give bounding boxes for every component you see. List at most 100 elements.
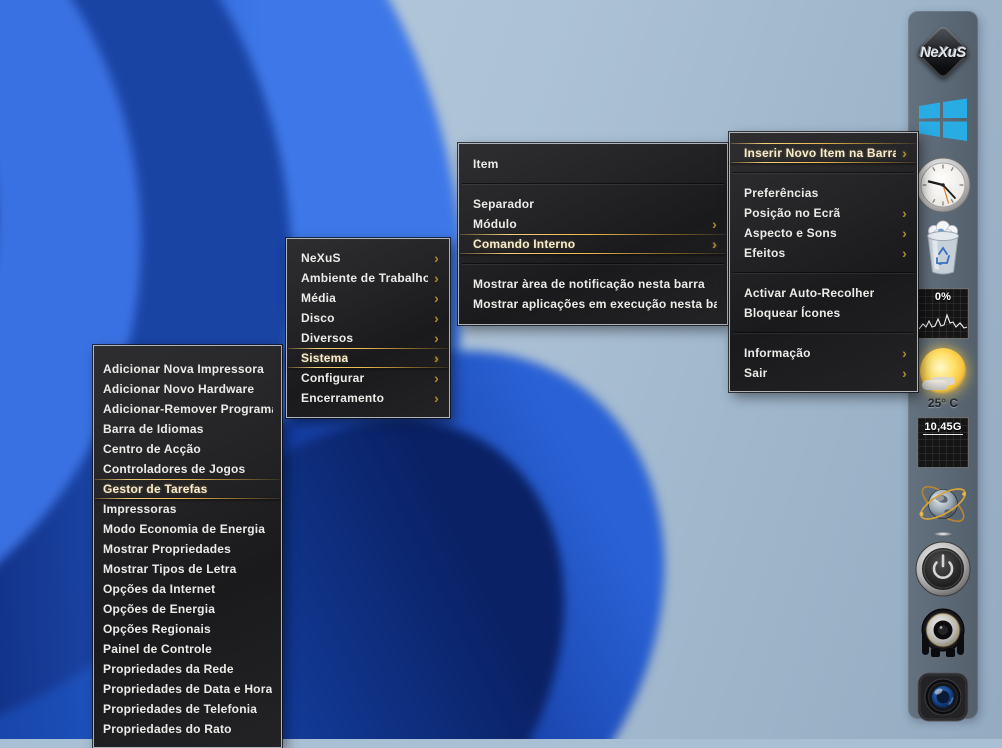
menu-item-label: Informação	[744, 343, 811, 363]
submenu-arrow-icon: ›	[712, 234, 717, 254]
submenu-arrow-icon: ›	[434, 308, 439, 328]
menu-item-label: Módulo	[473, 214, 517, 234]
menu-item[interactable]: Impressoras	[94, 499, 281, 519]
menu-item-label: Painel de Controle	[103, 639, 212, 659]
menu-item-label: Bloquear Ícones	[744, 303, 840, 323]
nexus-logo-icon[interactable]: NeXuS	[911, 23, 975, 83]
menu-item[interactable]: Adicionar-Remover Programas	[94, 399, 281, 419]
menu-item[interactable]: Mostrar Tipos de Letra	[94, 559, 281, 579]
menu-item[interactable]: Sair›	[730, 363, 917, 383]
menu-item[interactable]: Encerramento›	[287, 388, 449, 408]
menu-item[interactable]: Ambiente de Trabalho›	[287, 268, 449, 288]
menu-item[interactable]: Configurar›	[287, 368, 449, 388]
windows-logo-graphic	[917, 96, 969, 143]
menu-item-label: Aspecto e Sons	[744, 223, 837, 243]
menu-item-label: Impressoras	[103, 499, 177, 519]
menu-item-label: Centro de Acção	[103, 439, 201, 459]
cpu-graph	[918, 305, 968, 333]
sun-icon	[920, 348, 966, 394]
menu-item[interactable]: Opções de Energia	[94, 599, 281, 619]
menu-item-label: Propriedades de Data e Hora	[103, 679, 272, 699]
menu-item[interactable]: Painel de Controle	[94, 639, 281, 659]
menu-item-label: Efeitos	[744, 243, 785, 263]
menu-item[interactable]: Mostrar aplicações em execução nesta bar…	[459, 294, 727, 314]
menu-item-gestor-de-tarefas[interactable]: Gestor de Tarefas	[94, 479, 281, 499]
submenu-arrow-icon: ›	[902, 143, 907, 163]
menu-item-label: Comando Interno	[473, 234, 575, 254]
menu-item[interactable]: Item	[459, 154, 727, 174]
nexus-dock: NeXuS	[908, 11, 978, 719]
disk-meter-widget[interactable]: 10,45G	[917, 417, 969, 468]
menu-item-label: Mostrar àrea de notificação nesta barra	[473, 274, 705, 294]
bar-options-menu: Inserir Novo Item na Barra› Preferências…	[729, 132, 918, 392]
menu-item[interactable]: Propriedades de Data e Hora	[94, 679, 281, 699]
menu-item[interactable]: Adicionar Nova Impressora	[94, 359, 281, 379]
cpu-usage-value: 0%	[918, 291, 968, 303]
menu-item[interactable]: Efeitos›	[730, 243, 917, 263]
menu-item-label: Propriedades de Telefonia	[103, 699, 257, 719]
menu-item[interactable]: Posição no Ecrã›	[730, 203, 917, 223]
camera-icon[interactable]	[916, 670, 970, 724]
menu-item[interactable]: Opções Regionais	[94, 619, 281, 639]
menu-item[interactable]: Média›	[287, 288, 449, 308]
network-globe-icon[interactable]	[915, 477, 971, 531]
submenu-arrow-icon: ›	[902, 343, 907, 363]
menu-item-label: Ambiente de Trabalho	[301, 268, 428, 288]
clock-icon[interactable]	[915, 157, 971, 213]
menu-item[interactable]: Controladores de Jogos	[94, 459, 281, 479]
menu-item-label: Sair	[744, 363, 767, 383]
menu-item-label: Mostrar aplicações em execução nesta bar…	[473, 294, 717, 314]
cloud-icon	[922, 380, 948, 390]
cpu-meter-widget[interactable]: 0%	[917, 288, 969, 339]
menu-item[interactable]: Módulo ›	[459, 214, 727, 234]
menu-item-comando-interno[interactable]: Comando Interno ›	[459, 234, 727, 254]
menu-item[interactable]: Adicionar Novo Hardware	[94, 379, 281, 399]
submenu-arrow-icon: ›	[902, 203, 907, 223]
menu-item-label: Preferências	[744, 183, 818, 203]
menu-item[interactable]: Propriedades da Rede	[94, 659, 281, 679]
menu-item-label: Diversos	[301, 328, 353, 348]
menu-item-label: Modo Economia de Energia	[103, 519, 265, 539]
menu-item[interactable]: Diversos›	[287, 328, 449, 348]
menu-item[interactable]: Propriedades de Telefonia	[94, 699, 281, 719]
menu-item[interactable]: Activar Auto-Recolher	[730, 283, 917, 303]
menu-item-label: Sistema	[301, 348, 348, 368]
insert-item-submenu: Item Separador Módulo› Comando Interno› …	[458, 143, 728, 325]
recycle-bin-graphic	[916, 220, 970, 278]
menu-item-label: Opções da Internet	[103, 579, 215, 599]
menu-item[interactable]: Opções da Internet	[94, 579, 281, 599]
menu-separator	[459, 174, 727, 194]
submenu-arrow-icon: ›	[712, 214, 717, 234]
menu-item-label: Adicionar Nova Impressora	[103, 359, 264, 379]
weather-widget[interactable]: 25° C	[915, 348, 971, 414]
menu-item-label: Activar Auto-Recolher	[744, 283, 874, 303]
menu-item[interactable]: Propriedades do Rato	[94, 719, 281, 739]
power-button-icon[interactable]	[915, 541, 971, 597]
submenu-arrow-icon: ›	[434, 288, 439, 308]
menu-item[interactable]: Mostrar àrea de notificação nesta barra	[459, 274, 727, 294]
menu-item[interactable]: Aspecto e Sons ›	[730, 223, 917, 243]
menu-item[interactable]: Centro de Acção	[94, 439, 281, 459]
menu-item-label: Controladores de Jogos	[103, 459, 245, 479]
submenu-arrow-icon: ›	[434, 388, 439, 408]
menu-item[interactable]: Bloquear Ícones	[730, 303, 917, 323]
menu-item[interactable]: Modo Economia de Energia	[94, 519, 281, 539]
menu-item[interactable]: Separador	[459, 194, 727, 214]
menu-item-label: Opções Regionais	[103, 619, 211, 639]
menu-item-inserir-novo-item[interactable]: Inserir Novo Item na Barra›	[730, 143, 917, 163]
menu-item[interactable]: Preferências	[730, 183, 917, 203]
recycle-bin-icon[interactable]	[916, 220, 970, 278]
menu-item[interactable]: Informação ›	[730, 343, 917, 363]
menu-item[interactable]: NeXuS›	[287, 248, 449, 268]
windows-logo-icon[interactable]	[917, 96, 969, 143]
menu-item-label: Propriedades do Rato	[103, 719, 232, 739]
menu-separator	[730, 323, 917, 343]
submenu-arrow-icon: ›	[902, 223, 907, 243]
system-submenu: Adicionar Nova Impressora Adicionar Novo…	[93, 345, 282, 748]
menu-item-sistema[interactable]: Sistema›	[287, 348, 449, 368]
menu-item[interactable]: Barra de Idiomas	[94, 419, 281, 439]
menu-item-label: Item	[473, 154, 498, 174]
menu-item[interactable]: Mostrar Propriedades	[94, 539, 281, 559]
menu-item[interactable]: Disco›	[287, 308, 449, 328]
speaker-icon[interactable]	[916, 605, 970, 661]
